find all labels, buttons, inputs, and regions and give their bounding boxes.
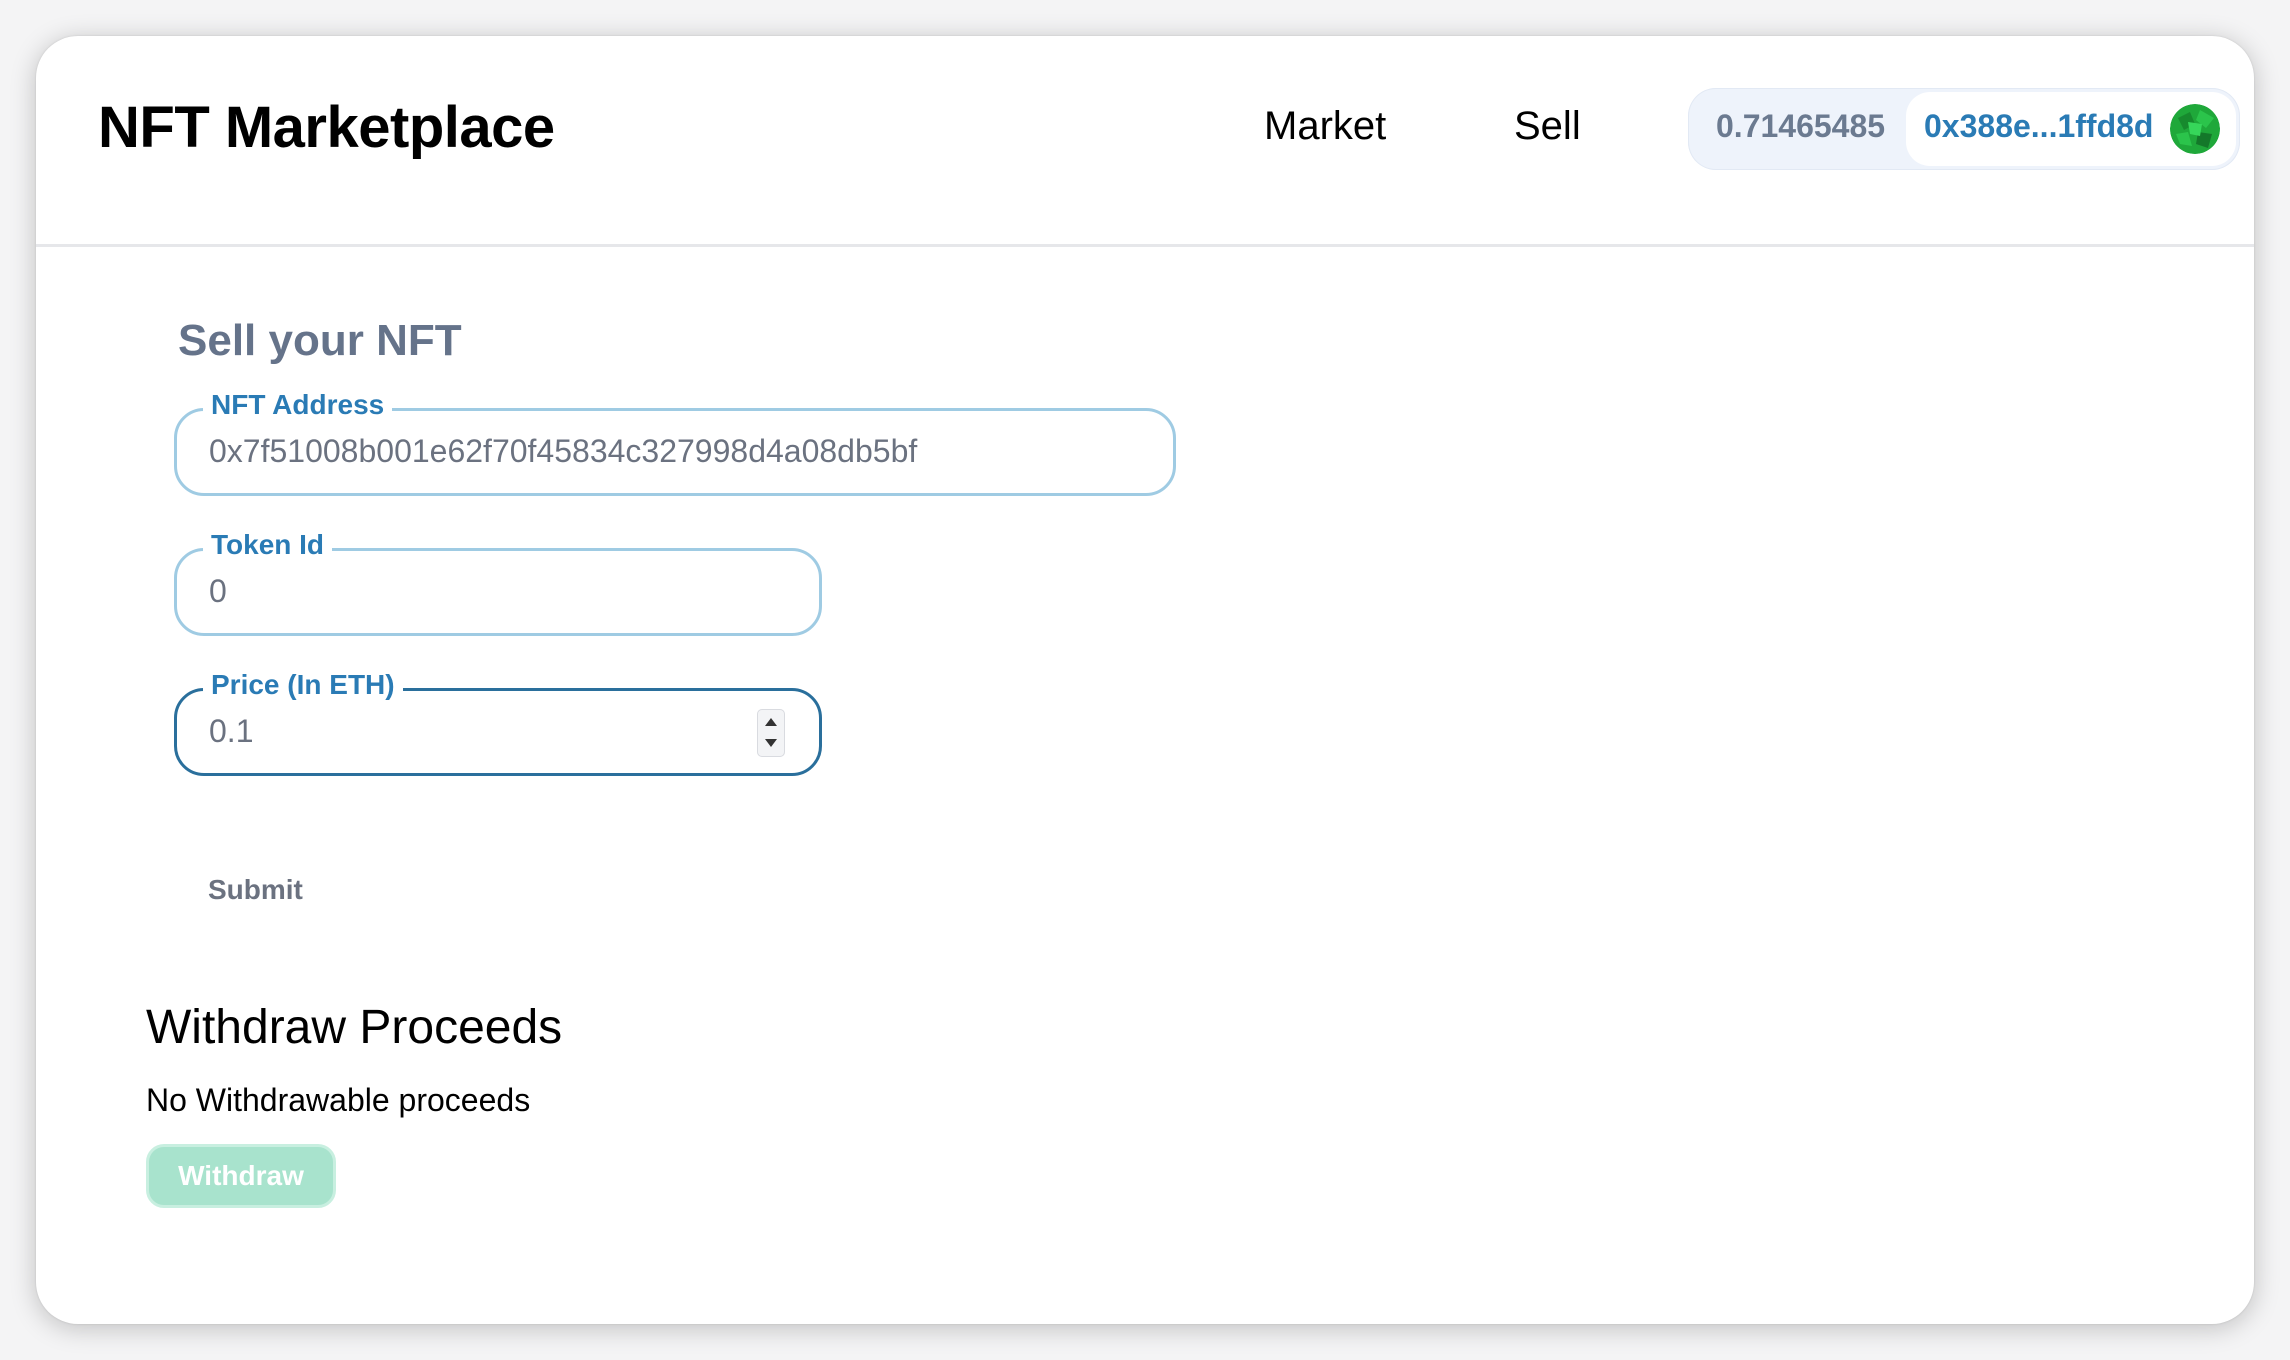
wallet-avatar-icon [2170,104,2220,154]
app-window: NFT Marketplace Market Sell 0.71465485 0… [36,36,2254,1324]
withdraw-status: No Withdrawable proceeds [146,1082,531,1118]
wallet-balance: 0.71465485 [1716,108,1886,144]
nft-address-field[interactable]: NFT Address 0x7f51008b001e62f70f45834c32… [174,387,1176,496]
sell-form-title: Sell your NFT [178,316,462,365]
nft-address-label: NFT Address [203,387,393,423]
wallet-address: 0x388e...1ffd8d [1924,108,2154,144]
wallet-widget[interactable]: 0.71465485 0x388e...1ffd8d [1688,88,2240,170]
price-input[interactable]: 0.1 [209,713,253,750]
top-navbar: NFT Marketplace Market Sell 0.71465485 0… [36,36,2254,247]
token-id-input[interactable]: 0 [209,573,227,610]
price-field[interactable]: Price (In ETH) 0.1 [174,667,822,776]
nav-market-link[interactable]: Market [1264,104,1386,149]
token-id-field[interactable]: Token Id 0 [174,527,822,636]
nav-sell-link[interactable]: Sell [1514,104,1581,149]
price-label: Price (In ETH) [203,667,403,703]
wallet-address-pill[interactable]: 0x388e...1ffd8d [1906,92,2236,166]
submit-button[interactable]: Submit [208,874,303,906]
stepper-up-icon[interactable] [765,718,777,726]
stepper-down-icon[interactable] [765,739,777,747]
token-id-label: Token Id [203,527,333,563]
withdraw-title: Withdraw Proceeds [146,1001,563,1054]
app-title: NFT Marketplace [98,95,555,160]
price-stepper[interactable] [757,709,785,757]
nft-address-input[interactable]: 0x7f51008b001e62f70f45834c327998d4a08db5… [209,433,917,470]
withdraw-button[interactable]: Withdraw [146,1144,336,1208]
